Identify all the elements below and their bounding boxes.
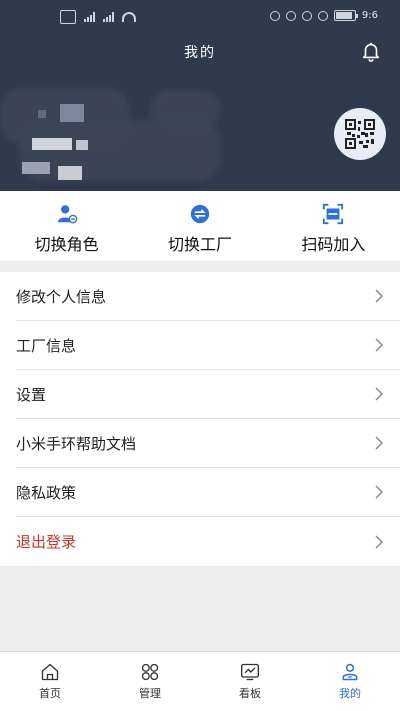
person-icon bbox=[342, 663, 358, 681]
qr-code-button[interactable] bbox=[334, 108, 386, 160]
quick-actions: 切换角色 切换工厂 扫码加入 bbox=[0, 191, 400, 261]
sim-icon bbox=[60, 10, 76, 24]
chevron-right-icon bbox=[375, 436, 384, 450]
signal-icon bbox=[103, 12, 114, 22]
page-title: 我的 bbox=[184, 45, 216, 61]
chart-board-icon bbox=[241, 663, 259, 681]
user-switch-icon bbox=[57, 205, 77, 224]
menu-item-label: 设置 bbox=[16, 385, 47, 404]
chevron-right-icon bbox=[375, 338, 384, 352]
bottom-tab-bar: 首页 管理 看板 我的 bbox=[0, 651, 400, 711]
scan-join-label: 扫码加入 bbox=[301, 235, 366, 254]
switch-factory-label: 切换工厂 bbox=[167, 235, 232, 254]
tab-label: 管理 bbox=[139, 687, 161, 700]
menu-item-factory-info[interactable]: 工厂信息 bbox=[16, 321, 400, 370]
menu-item-label: 小米手环帮助文档 bbox=[16, 434, 137, 453]
scan-join-button[interactable]: 扫码加入 bbox=[267, 191, 400, 261]
chevron-right-icon bbox=[375, 534, 384, 549]
battery-icon bbox=[333, 10, 358, 21]
tab-label: 我的 bbox=[339, 687, 361, 700]
profile-header: 9:6 我的 bbox=[0, 0, 400, 191]
bell-icon[interactable] bbox=[360, 40, 382, 62]
chevron-right-icon bbox=[375, 289, 384, 303]
tab-label: 首页 bbox=[39, 687, 61, 700]
menu-item-label: 隐私政策 bbox=[16, 483, 77, 502]
bluetooth-icon bbox=[317, 10, 328, 21]
scan-icon bbox=[323, 203, 344, 225]
menu-item-privacy-policy[interactable]: 隐私政策 bbox=[16, 468, 400, 517]
menu-item-label: 工厂信息 bbox=[16, 336, 77, 355]
logout-label: 退出登录 bbox=[16, 533, 77, 551]
eye-icon bbox=[285, 10, 296, 21]
headset-icon bbox=[269, 10, 280, 21]
menu-item-edit-profile[interactable]: 修改个人信息 bbox=[16, 272, 400, 321]
tab-home[interactable]: 首页 bbox=[0, 652, 100, 711]
tab-dashboard[interactable]: 看板 bbox=[200, 652, 300, 711]
wifi-icon bbox=[122, 12, 136, 22]
switch-role-button[interactable]: 切换角色 bbox=[0, 191, 133, 261]
chevron-right-icon bbox=[375, 387, 384, 401]
tab-manage[interactable]: 管理 bbox=[100, 652, 200, 711]
tab-label: 看板 bbox=[239, 687, 261, 700]
clock: 9:6 bbox=[361, 10, 378, 21]
logout-button[interactable]: 退出登录 bbox=[16, 517, 400, 566]
signal-icon bbox=[84, 12, 95, 22]
menu-item-label: 修改个人信息 bbox=[16, 287, 107, 306]
qr-code-icon bbox=[345, 119, 375, 149]
menu-item-help-docs[interactable]: 小米手环帮助文档 bbox=[16, 419, 400, 468]
alarm-icon bbox=[301, 10, 312, 21]
menu-item-settings[interactable]: 设置 bbox=[16, 370, 400, 419]
chevron-right-icon bbox=[375, 485, 384, 499]
settings-menu: 修改个人信息 工厂信息 设置 小米手环帮助文档 隐私政策 退出登录 bbox=[0, 272, 400, 566]
switch-role-label: 切换角色 bbox=[34, 235, 99, 254]
switch-factory-button[interactable]: 切换工厂 bbox=[133, 191, 266, 261]
tab-mine[interactable]: 我的 bbox=[300, 652, 400, 711]
grid-icon bbox=[141, 663, 159, 681]
home-icon bbox=[41, 663, 59, 681]
factory-switch-icon bbox=[190, 204, 210, 224]
status-bar: 9:6 bbox=[0, 8, 400, 28]
